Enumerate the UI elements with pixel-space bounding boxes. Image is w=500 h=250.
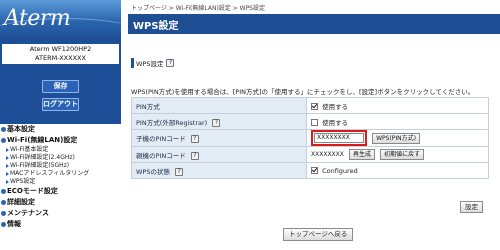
wps-status-checkbox[interactable] [311,167,318,174]
aterm-logo: Aterm [0,0,121,40]
logo-text: Aterm [4,6,71,31]
parent-pin-value: XXXXXXXX [311,151,344,158]
submenu-item-wifi-detail-24[interactable]: Wi-Fi詳細設定(2.4GHz) [0,154,121,162]
sidebar: Aterm Aterm WF1200HP2 ATERM-XXXXXX 保存 ログ… [0,0,121,250]
menu-bullet-icon [1,138,6,143]
settings-table: PIN方式 使用する PIN方式(外部Registrar) ? 使用する 子機の… [131,97,489,179]
row-label-cell: PIN方式(外部Registrar) ? [131,113,307,130]
device-info-box: Aterm WF1200HP2 ATERM-XXXXXX [2,44,119,64]
row-value-cell: 使用する [306,97,489,114]
submenu-item-mac-filter[interactable]: MACアドレスフィルタリング [0,170,121,178]
table-row: 子機のPINコード ? XXXXXXXX WPS(PIN方式) [131,129,489,147]
menu-item-wifi[interactable]: Wi-Fi(無線LAN)設定 [0,135,121,146]
help-icon[interactable]: ? [190,135,199,143]
menu-item-detail[interactable]: 詳細設定 [0,197,121,208]
row-label-cell: 子機のPINコード ? [131,129,307,147]
page-title: WPS設定 [133,21,179,32]
row-label-cell: 親機のPINコード ? [131,146,307,163]
breadcrumb[interactable]: トップページ > Wi-Fi(無線LAN)設定 > WPS設定 [131,3,265,12]
submenu-arrow-icon [6,156,9,160]
menu-item-maintenance[interactable]: メンテナンス [0,208,121,219]
row-value-cell: XXXXXXXX 再生成 初期値に戻す [306,146,489,163]
row-label-cell: PIN方式 [131,97,307,114]
submenu-arrow-icon [6,180,9,184]
section-marker [131,58,134,68]
back-to-top-button[interactable]: トップページへ戻る [283,228,354,241]
submenu-item-wifi-detail-5[interactable]: Wi-Fi詳細設定(5GHz) [0,162,121,170]
device-info-panel: Aterm WF1200HP2 ATERM-XXXXXX 保存 ログアウト [0,40,121,124]
row-label: 子機のPINコード [136,135,186,143]
menu-bullet-icon [1,127,6,132]
row-label: WPSの状態 [136,167,170,176]
table-row: 親機のPINコード ? XXXXXXXX 再生成 初期値に戻す [131,146,489,163]
table-row: PIN方式(外部Registrar) ? 使用する [131,113,489,130]
description-text: WPS(PIN方式)を使用する場合は、[PIN方式]の「使用する」にチェックをし… [131,88,475,96]
device-model: Aterm WF1200HP2 [29,45,92,53]
set-button[interactable]: 設定 [460,201,483,213]
table-row: PIN方式 使用する [131,97,489,114]
menu-item-eco[interactable]: ECOモード設定 [0,186,121,197]
sidebar-menu: 基本設定 Wi-Fi(無線LAN)設定 Wi-Fi基本設定 Wi-Fi詳細設定(… [0,124,121,230]
submenu-arrow-icon [6,148,9,152]
child-pin-input[interactable]: XXXXXXXX [314,133,364,143]
section-label: WPS設定 [136,60,164,68]
device-ssid: ATERM-XXXXXX [35,54,86,62]
page-header: WPS設定 [128,14,500,34]
submenu-item-wps[interactable]: WPS設定 [0,178,121,186]
highlight-box: XXXXXXXX [311,130,367,146]
row-label: PIN方式 [136,102,160,111]
menu-item-info[interactable]: 情報 [0,219,121,230]
regenerate-button[interactable]: 再生成 [348,149,375,160]
help-icon[interactable]: ? [166,59,175,67]
wps-status-label: Configured [322,166,358,175]
row-value-cell: 使用する [306,113,489,130]
help-icon[interactable]: ? [212,118,221,127]
row-value-cell: XXXXXXXX WPS(PIN方式) [306,129,489,147]
submenu-arrow-icon [6,164,9,168]
submenu-arrow-icon [6,172,9,176]
row-value-cell: Configured [306,162,489,179]
pin-external-check-label: 使用する [322,118,349,127]
row-label-cell: WPSの状態 ? [131,162,307,179]
table-row: WPSの状態 ? Configured [131,162,489,179]
pin-method-check-label: 使用する [322,102,349,111]
help-icon[interactable]: ? [175,167,184,176]
logout-button[interactable]: ログアウト [42,98,79,111]
row-label: 親機のPINコード [136,151,186,160]
help-icon[interactable]: ? [190,151,199,160]
submenu-item-wifi-basic[interactable]: Wi-Fi基本設定 [0,146,121,154]
menu-bullet-icon [1,200,6,205]
reset-default-button[interactable]: 初期値に戻す [380,149,425,160]
menu-bullet-icon [1,211,6,216]
row-label: PIN方式(外部Registrar) [136,118,208,127]
section-heading: WPS設定 ? [131,58,175,68]
pin-method-checkbox[interactable] [311,103,318,110]
menu-bullet-icon [1,222,6,227]
wps-pin-button[interactable]: WPS(PIN方式) [372,132,420,144]
pin-external-checkbox[interactable] [311,119,318,126]
menu-bullet-icon [1,189,6,194]
menu-item-basic[interactable]: 基本設定 [0,124,121,135]
save-button[interactable]: 保存 [42,80,79,93]
